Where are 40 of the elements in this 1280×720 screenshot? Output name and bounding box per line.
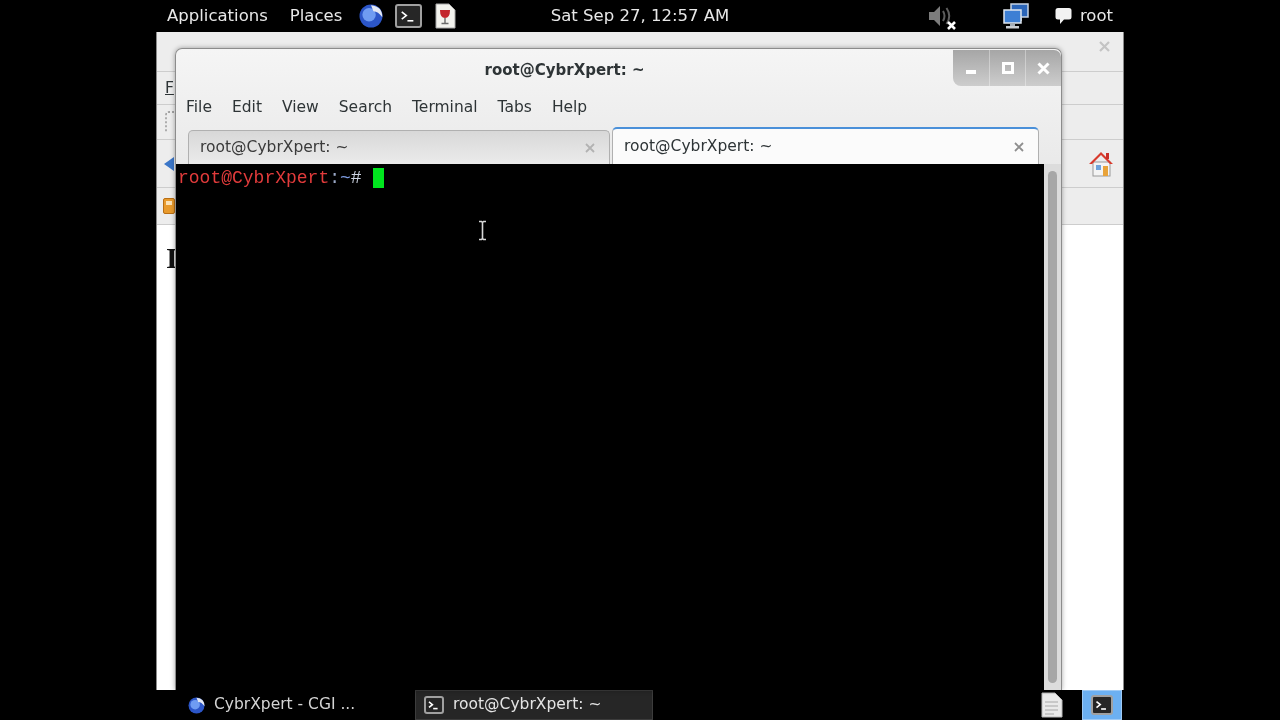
window-title: root@CybrXpert: ~ bbox=[483, 59, 646, 81]
menu-item[interactable]: F bbox=[165, 78, 174, 98]
cursor-block-icon bbox=[372, 168, 384, 188]
panel-menu[interactable]: Places bbox=[289, 6, 343, 26]
clock-text[interactable]: Sat Sep 27, 12:57 AM bbox=[550, 3, 730, 29]
globe-icon[interactable] bbox=[188, 696, 205, 714]
menu-item[interactable]: View bbox=[271, 97, 329, 117]
wine-glass-icon[interactable] bbox=[434, 3, 457, 29]
ibeam-pointer-icon bbox=[478, 220, 487, 241]
panel-menu[interactable]: Applications bbox=[167, 6, 268, 26]
close-icon bbox=[1037, 61, 1050, 75]
user-menu[interactable]: root bbox=[1079, 6, 1113, 26]
document-icon bbox=[1041, 692, 1063, 718]
scrollbar[interactable] bbox=[1044, 164, 1061, 690]
close-icon[interactable] bbox=[1014, 141, 1024, 152]
terminal-icon[interactable] bbox=[395, 4, 423, 28]
terminal-tab[interactable]: root@CybrXpert: ~ bbox=[612, 127, 1039, 164]
shell-prompt: root@CybrXpert:~# bbox=[178, 168, 362, 188]
menu-item[interactable]: Tabs bbox=[487, 97, 542, 117]
terminal-icon[interactable] bbox=[1091, 695, 1113, 715]
taskbar-item[interactable]: CybrXpert - CGI ... bbox=[175, 690, 410, 720]
scrollbar-thumb[interactable] bbox=[1048, 171, 1057, 683]
home-icon[interactable] bbox=[1088, 149, 1114, 178]
workspace-button[interactable] bbox=[1082, 690, 1122, 720]
page-heading: I bbox=[166, 243, 178, 273]
minimize-icon bbox=[966, 70, 976, 74]
menu-item[interactable]: File bbox=[176, 97, 222, 117]
maximize-icon bbox=[1001, 62, 1014, 74]
globe-icon[interactable] bbox=[359, 4, 384, 28]
menu-item[interactable]: Help bbox=[541, 97, 598, 117]
speech-bubble-icon[interactable] bbox=[1054, 7, 1072, 25]
bookmark-icon[interactable] bbox=[163, 198, 175, 214]
menu-item[interactable]: Edit bbox=[221, 97, 272, 117]
menu-item[interactable]: Terminal bbox=[402, 97, 488, 117]
taskbar-item[interactable]: root@CybrXpert: ~ bbox=[415, 690, 653, 720]
menu-item[interactable]: Search bbox=[328, 97, 403, 117]
network-icon[interactable] bbox=[1001, 3, 1030, 29]
terminal-tab[interactable]: root@CybrXpert: ~ bbox=[188, 130, 610, 164]
terminal-icon[interactable] bbox=[424, 696, 444, 714]
back-arrow-icon[interactable] bbox=[163, 155, 175, 172]
